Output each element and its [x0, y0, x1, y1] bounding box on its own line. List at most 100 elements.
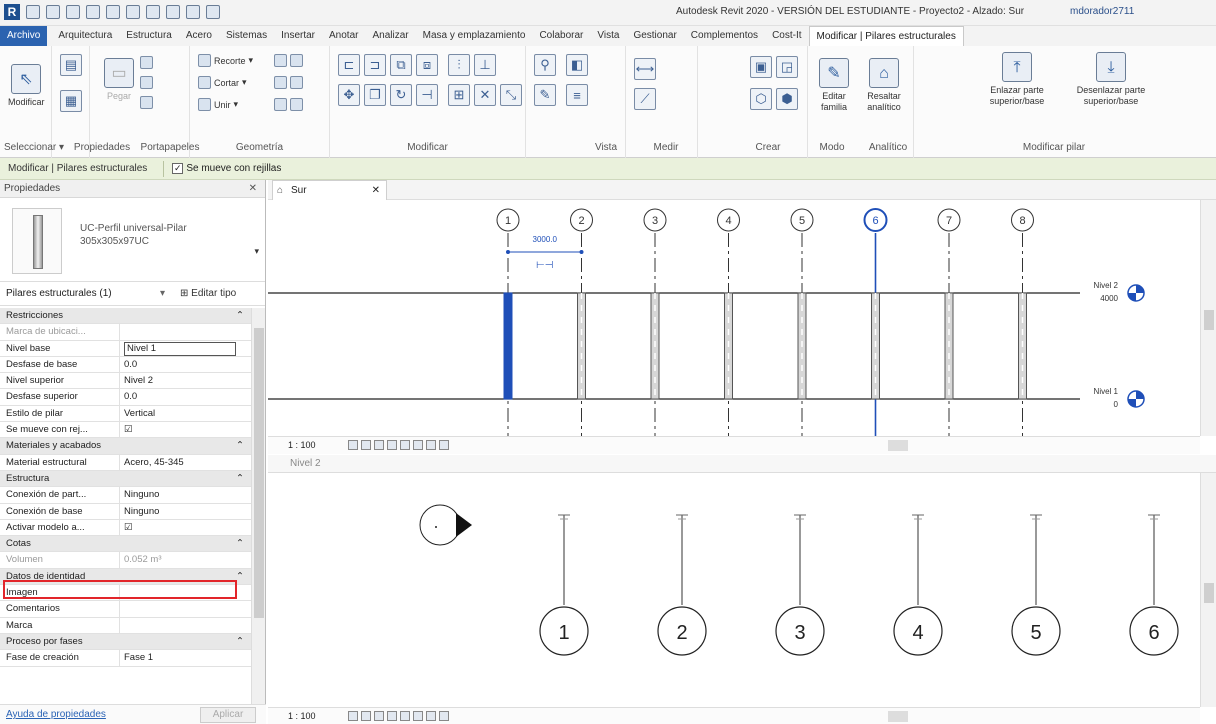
redo-icon[interactable]: [86, 5, 100, 19]
property-group[interactable]: Materiales y acabados ⌃: [0, 438, 252, 455]
help-link[interactable]: Ayuda de propiedades: [0, 709, 106, 720]
view2-scrollbar[interactable]: [1200, 473, 1216, 707]
tab-colaborar[interactable]: Colaborar: [532, 26, 590, 46]
recorte-button[interactable]: Recorte ▾: [198, 54, 253, 67]
tab-analizar[interactable]: Analizar: [365, 26, 415, 46]
tab-sistemas[interactable]: Sistemas: [219, 26, 274, 46]
create-assembly-icon[interactable]: ⬢: [776, 88, 798, 110]
property-group[interactable]: Estructura ⌃: [0, 470, 252, 488]
mirror-axis-icon[interactable]: ⧉: [390, 54, 412, 76]
tab-vista[interactable]: Vista: [590, 26, 626, 46]
text-icon[interactable]: [146, 5, 160, 19]
chevron-down-icon[interactable]: ▾: [254, 246, 259, 257]
temp-hide-icon[interactable]: [426, 440, 436, 450]
crop-icon[interactable]: [400, 440, 410, 450]
property-value[interactable]: Vertical: [120, 406, 252, 421]
3d-view-icon[interactable]: [166, 5, 180, 19]
close-icon[interactable]: ✕: [249, 180, 257, 198]
home-icon[interactable]: ⌂: [277, 181, 283, 200]
show-crop-icon-2[interactable]: [413, 711, 423, 721]
shadows-icon[interactable]: [387, 440, 397, 450]
view2-header[interactable]: Nivel 2: [268, 455, 1216, 473]
dimension-lock-icon[interactable]: ⊢⊣: [536, 260, 553, 271]
rotate-icon[interactable]: ↻: [390, 84, 412, 106]
graphics-icon[interactable]: ≡: [566, 84, 588, 106]
detail-level-icon[interactable]: [348, 440, 358, 450]
split-icon[interactable]: ⫶: [448, 54, 470, 76]
tab-cost-it[interactable]: Cost-It: [765, 26, 808, 46]
measure-distance-icon[interactable]: ⟷: [634, 58, 656, 80]
property-value[interactable]: Nivel 2: [120, 373, 252, 388]
view-tab-sur[interactable]: ⌂ Sur ✕: [272, 180, 387, 200]
cortar-button[interactable]: Cortar ▾: [198, 76, 247, 89]
trim-icon[interactable]: ⊣: [416, 84, 438, 106]
property-value[interactable]: Ninguno: [120, 487, 252, 502]
pin-icon[interactable]: ⊥: [474, 54, 496, 76]
measure-icon[interactable]: [126, 5, 140, 19]
view1-scale[interactable]: 1 : 100: [288, 437, 316, 454]
sun-path-icon[interactable]: [374, 440, 384, 450]
copy-element-icon[interactable]: ❐: [364, 84, 386, 106]
delete-icon[interactable]: ✕: [474, 84, 496, 106]
dimension-icon[interactable]: ⟋: [634, 88, 656, 110]
desenlazar-button[interactable]: ⤓ Desenlazar parte superior/base: [1066, 52, 1156, 107]
structural-column[interactable]: [503, 292, 513, 400]
section-icon[interactable]: [186, 5, 200, 19]
property-value[interactable]: [120, 618, 252, 633]
property-group[interactable]: Restricciones ⌃: [0, 308, 252, 325]
create-parts-icon[interactable]: ⬡: [750, 88, 772, 110]
property-value[interactable]: ☑: [120, 422, 252, 437]
property-value[interactable]: 0.0: [120, 389, 252, 404]
property-value[interactable]: 0.0: [120, 357, 252, 372]
visual-style-icon-2[interactable]: [361, 711, 371, 721]
unir-button[interactable]: Unir ▾: [198, 98, 238, 111]
hide-icon[interactable]: ⚲: [534, 54, 556, 76]
property-value[interactable]: Nivel 1: [120, 341, 252, 356]
create-similar-icon[interactable]: ◲: [776, 56, 798, 78]
collapse-icon[interactable]: ⌃: [228, 308, 252, 323]
view1-hscroll[interactable]: [888, 440, 908, 451]
moves-with-grids-checkbox[interactable]: ✓: [172, 163, 184, 174]
undo-icon[interactable]: [66, 5, 80, 19]
close-hidden-icon[interactable]: [206, 5, 220, 19]
properties-scrollbar[interactable]: [251, 308, 265, 704]
override-icon[interactable]: ◧: [566, 54, 588, 76]
reveal-hidden-icon[interactable]: [439, 440, 449, 450]
geometry-tool-2[interactable]: [274, 76, 303, 89]
cut-button[interactable]: [140, 56, 153, 69]
revit-logo[interactable]: R: [4, 4, 20, 20]
geometry-tool-3[interactable]: [274, 98, 303, 111]
enlazar-button[interactable]: ⤒ Enlazar parte superior/base: [974, 52, 1060, 107]
collapse-icon[interactable]: ⌃: [228, 536, 252, 551]
scale-icon[interactable]: ⤡: [500, 84, 522, 106]
property-value[interactable]: Acero, 45-345: [120, 455, 252, 470]
view1-scrollbar[interactable]: [1200, 200, 1216, 436]
temp-hide-icon-2[interactable]: [426, 711, 436, 721]
show-crop-icon[interactable]: [413, 440, 423, 450]
tab-modificar-pilares[interactable]: Modificar | Pilares estructurales: [808, 26, 964, 46]
match-button[interactable]: [140, 96, 153, 109]
create-group-icon[interactable]: ▣: [750, 56, 772, 78]
close-tab-icon[interactable]: ✕: [372, 181, 380, 200]
sun-path-icon-2[interactable]: [374, 711, 384, 721]
collapse-icon[interactable]: ⌃: [228, 634, 252, 649]
property-group[interactable]: Proceso por fases ⌃: [0, 633, 252, 651]
reveal-hidden-icon-2[interactable]: [439, 711, 449, 721]
plan-view-nivel-2[interactable]: 1 2 3 4 5 6: [268, 473, 1200, 707]
linework-icon[interactable]: ✎: [534, 84, 556, 106]
collapse-icon[interactable]: ⌃: [228, 438, 252, 453]
filter-chevron-icon[interactable]: ▾: [160, 282, 165, 306]
collapse-icon[interactable]: ⌃: [228, 471, 252, 486]
offset-icon[interactable]: ⊐: [364, 54, 386, 76]
move-icon[interactable]: ✥: [338, 84, 360, 106]
element-filter[interactable]: Pilares estructurales (1) ▾ ⊞ Editar tip…: [0, 282, 265, 306]
tab-anotar[interactable]: Anotar: [322, 26, 365, 46]
tab-gestionar[interactable]: Gestionar: [626, 26, 683, 46]
mirror-draw-icon[interactable]: ⧈: [416, 54, 438, 76]
tab-masa[interactable]: Masa y emplazamiento: [416, 26, 533, 46]
dimension-text[interactable]: 3000.0: [533, 235, 558, 244]
pegar-button[interactable]: ▭ Pegar: [104, 58, 134, 102]
copy-button[interactable]: [140, 76, 153, 89]
crop-icon-2[interactable]: [400, 711, 410, 721]
view1-controls[interactable]: [348, 440, 449, 450]
